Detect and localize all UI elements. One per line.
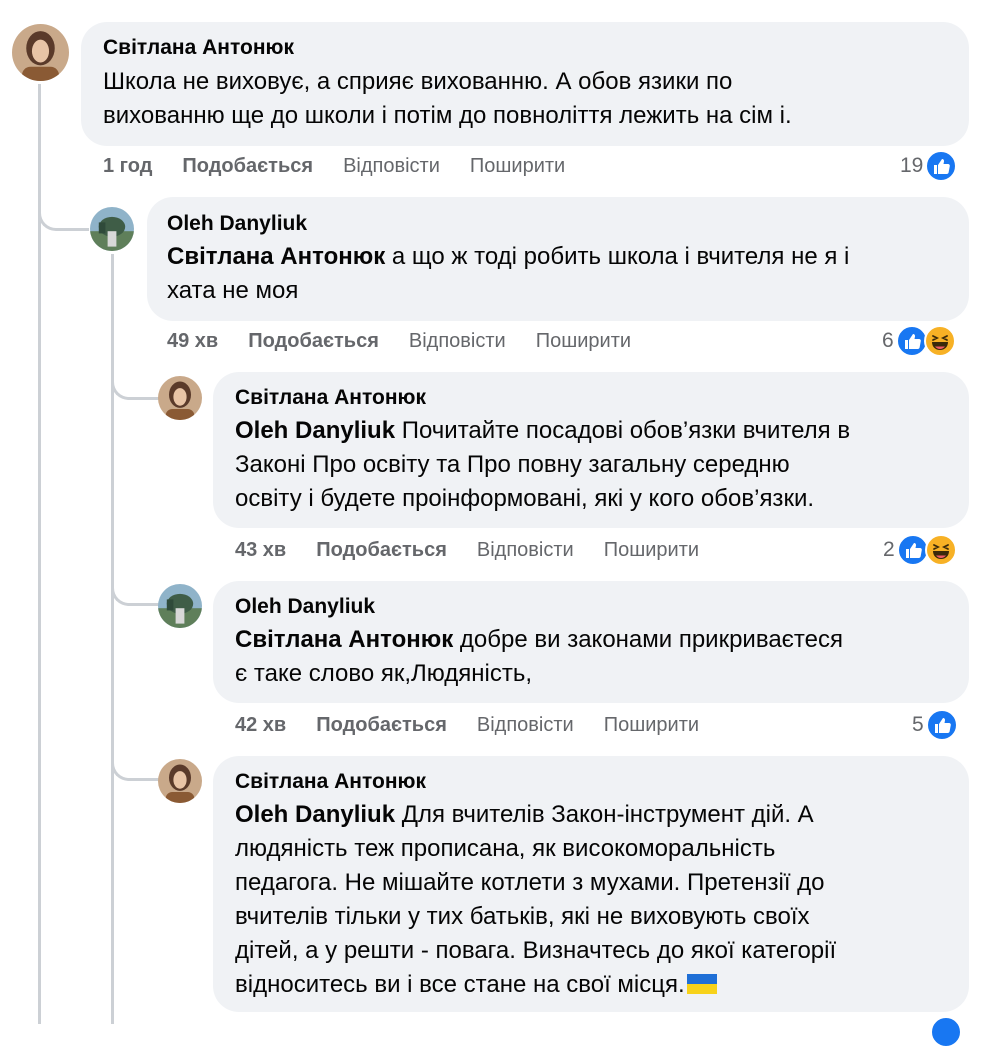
like-icon <box>930 1016 962 1053</box>
comment-actions: 49 хв Подобається Відповісти Поширити <box>167 330 661 353</box>
mention-link[interactable]: Oleh Danyliuk <box>235 417 395 444</box>
reaction-summary[interactable]: 5 <box>912 709 958 741</box>
share-button[interactable]: Поширити <box>536 330 631 353</box>
comment-author[interactable]: Oleh Danyliuk <box>167 211 969 237</box>
comment-text: Школа не виховує, а сприяє вихованню. А … <box>103 68 792 129</box>
avatar[interactable] <box>90 207 134 251</box>
thread-line-main <box>38 84 41 1024</box>
haha-icon <box>924 534 957 566</box>
comment-text: Світлана Антонюк а що ж тоді робить школ… <box>167 243 850 304</box>
comment-bubble: Світлана Антонюк Школа не виховує, а спр… <box>81 22 969 146</box>
comment-time[interactable]: 49 хв <box>167 330 218 353</box>
comment-time[interactable]: 1 год <box>103 155 152 178</box>
like-button[interactable]: Подобається <box>182 155 313 178</box>
comment-author[interactable]: Світлана Антонюк <box>235 769 969 795</box>
thread-connector <box>111 365 160 400</box>
comment-text: Oleh Danyliuk Для вчителів Закон-інструм… <box>235 801 837 998</box>
mention-link[interactable]: Oleh Danyliuk <box>235 801 395 828</box>
share-button[interactable]: Поширити <box>470 155 565 178</box>
comment-author[interactable]: Світлана Антонюк <box>235 385 969 411</box>
comment-bubble: Світлана Антонюк Oleh Danyliuk Для вчите… <box>213 756 969 1012</box>
reaction-count: 2 <box>883 538 895 561</box>
reaction-summary[interactable]: 2 <box>883 534 957 566</box>
reaction-count: 19 <box>900 154 924 177</box>
mention-link[interactable]: Світлана Антонюк <box>167 243 385 270</box>
like-button[interactable]: Подобається <box>316 714 447 737</box>
comment-time[interactable]: 42 хв <box>235 714 286 737</box>
avatar[interactable] <box>12 24 69 81</box>
avatar[interactable] <box>158 376 202 420</box>
comment-actions: 43 хв Подобається Відповісти Поширити <box>235 539 729 562</box>
mention-link[interactable]: Світлана Антонюк <box>235 626 453 653</box>
comment-author[interactable]: Oleh Danyliuk <box>235 594 969 620</box>
comment-bubble: Oleh Danyliuk Світлана Антонюк а що ж то… <box>147 197 969 321</box>
like-button[interactable]: Подобається <box>316 539 447 562</box>
reply-button[interactable]: Відповісти <box>409 330 506 353</box>
like-icon <box>925 709 958 741</box>
avatar[interactable] <box>158 759 202 803</box>
reaction-summary[interactable]: 19 <box>900 150 958 182</box>
reaction-count: 5 <box>912 713 924 736</box>
share-button[interactable]: Поширити <box>604 714 699 737</box>
comment-text: Oleh Danyliuk Почитайте посадові обов’яз… <box>235 417 851 512</box>
avatar[interactable] <box>158 584 202 628</box>
comment-text: Світлана Антонюк добре ви законами прикр… <box>235 626 843 687</box>
comment-actions: 42 хв Подобається Відповісти Поширити <box>235 714 729 737</box>
haha-icon <box>923 325 956 357</box>
comment-actions: 1 год Подобається Відповісти Поширити <box>103 155 595 178</box>
reaction-count: 6 <box>882 329 894 352</box>
comment-author[interactable]: Світлана Антонюк <box>103 35 969 61</box>
ukraine-flag-icon <box>686 970 717 994</box>
reply-button[interactable]: Відповісти <box>477 714 574 737</box>
comment-bubble: Oleh Danyliuk Світлана Антонюк добре ви … <box>213 581 969 703</box>
thread-connector <box>38 190 89 231</box>
like-icon <box>925 150 958 182</box>
comment-bubble: Світлана Антонюк Oleh Danyliuk Почитайте… <box>213 372 969 528</box>
reply-button[interactable]: Відповісти <box>343 155 440 178</box>
share-button[interactable]: Поширити <box>604 539 699 562</box>
reply-button[interactable]: Відповісти <box>477 539 574 562</box>
like-button[interactable]: Подобається <box>248 330 379 353</box>
thread-connector <box>111 570 160 606</box>
reaction-summary[interactable]: 6 <box>882 325 956 357</box>
comment-time[interactable]: 43 хв <box>235 539 286 562</box>
thread-connector <box>111 745 160 781</box>
